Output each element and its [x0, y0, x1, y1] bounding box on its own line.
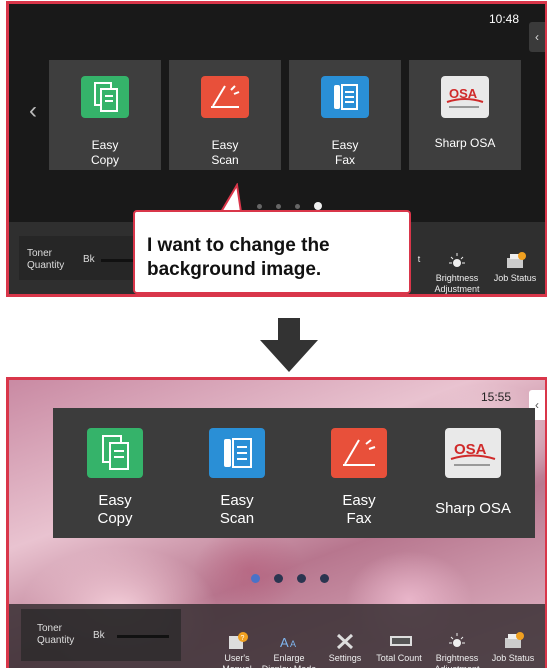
enlarge-display-button[interactable]: AA Enlarge Display Mode — [259, 610, 319, 668]
svg-text:?: ? — [241, 635, 245, 642]
job-status-icon — [505, 241, 526, 268]
down-arrow-icon — [260, 318, 318, 372]
callout-text: I want to change the background image. — [147, 235, 330, 280]
job-status-button[interactable]: Job Status — [483, 610, 543, 664]
tile-label: Easy Fax — [331, 138, 359, 167]
callout-pointer — [219, 183, 245, 213]
scan-icon — [209, 428, 265, 478]
tile-easy-fax[interactable]: Easy Fax — [297, 408, 421, 538]
page-dot-active[interactable] — [314, 202, 322, 210]
counter-icon — [389, 621, 412, 646]
settings-icon — [335, 621, 355, 650]
tile-easy-scan[interactable]: Easy Scan — [169, 60, 281, 170]
toner-level-bar — [117, 635, 169, 638]
brightness-button[interactable]: Brightness Adjustment — [427, 230, 487, 294]
page-dot[interactable] — [295, 203, 300, 209]
taskbar: Toner Quantity Bk ? User's Manual AA Enl… — [9, 604, 545, 668]
brightness-button[interactable]: Brightness Adjustment — [427, 610, 487, 668]
page-dot[interactable] — [297, 574, 306, 583]
toner-color-label: Bk — [93, 630, 105, 641]
toner-label: Toner Quantity — [37, 623, 75, 646]
page-dot[interactable] — [276, 203, 281, 209]
home-screen-after: 15:55 ‹ Easy Copy Easy Scan Easy Fax OSA… — [6, 377, 547, 668]
page-dot[interactable] — [274, 574, 283, 583]
page-indicator — [257, 202, 322, 210]
tile-sharp-osa[interactable]: OSA Sharp OSA — [409, 60, 521, 170]
brightness-icon — [447, 241, 467, 267]
brightness-icon — [447, 621, 467, 647]
brightness-label: Brightness Adjustment — [434, 273, 480, 294]
tile-sharp-osa[interactable]: OSA Sharp OSA — [411, 408, 535, 538]
tile-label: Sharp OSA — [435, 500, 511, 517]
previous-page-arrow-icon[interactable]: ‹ — [29, 97, 37, 125]
manual-icon: ? — [227, 621, 248, 649]
copy-icon — [87, 428, 143, 478]
osa-logo-icon: OSA — [445, 428, 501, 478]
tile-label: Easy Scan — [219, 492, 255, 527]
job-status-label: Job Status — [493, 273, 537, 283]
total-count-button[interactable]: Total Count — [369, 610, 429, 664]
clock: 10:48 — [488, 12, 519, 26]
tile-easy-fax[interactable]: Easy Fax — [289, 60, 401, 170]
toner-color-label: Bk — [83, 254, 95, 265]
enlarge-display-label: Enlarge Display Mode — [262, 653, 317, 668]
page-dot[interactable] — [257, 203, 262, 209]
toner-label: Toner Quantity — [27, 248, 65, 271]
tile-label: Sharp OSA — [434, 136, 496, 150]
total-count-label: Total Count — [376, 653, 422, 663]
settings-label: Settings — [328, 653, 362, 663]
users-manual-button[interactable]: ? User's Manual — [207, 610, 267, 668]
tile-label: Easy Copy — [97, 492, 133, 527]
settings-button[interactable]: Settings — [315, 610, 375, 664]
fax-icon — [321, 76, 369, 118]
users-manual-label: User's Manual — [222, 653, 252, 668]
fax-icon — [331, 428, 387, 478]
tile-easy-scan[interactable]: Easy Scan — [175, 408, 299, 538]
speech-callout: I want to change the background image. — [133, 210, 411, 294]
job-status-button[interactable]: Job Status — [485, 230, 545, 284]
osa-logo-icon: OSA — [441, 76, 489, 118]
tile-label: Easy Copy — [90, 138, 119, 167]
svg-text:A: A — [290, 639, 296, 649]
brightness-label: Brightness Adjustment — [434, 653, 479, 668]
toner-quantity: Toner Quantity Bk — [21, 609, 181, 661]
tile-easy-copy[interactable]: Easy Copy — [53, 408, 177, 538]
tile-easy-copy[interactable]: Easy Copy — [49, 60, 161, 170]
tile-label: Easy Scan — [211, 138, 239, 167]
enlarge-text-icon: AA — [279, 621, 299, 650]
clock: 15:55 — [480, 390, 511, 404]
job-status-icon — [503, 621, 524, 648]
svg-text:A: A — [280, 635, 289, 650]
page-dot-active[interactable] — [251, 574, 260, 583]
page-dot[interactable] — [320, 574, 329, 583]
scan-icon — [201, 76, 249, 118]
tile-label: Easy Fax — [342, 492, 376, 527]
page-indicator — [251, 574, 329, 583]
job-status-label: Job Status — [491, 653, 535, 663]
chevron-left-icon[interactable]: ‹ — [529, 22, 545, 52]
copy-icon — [81, 76, 129, 118]
taskbar-partial-label: t — [417, 254, 421, 264]
